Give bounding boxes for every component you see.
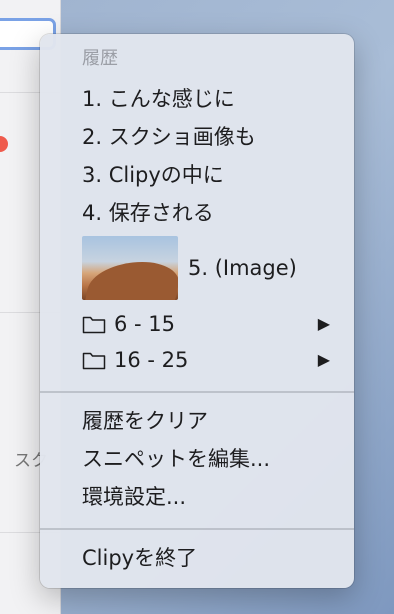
history-item-image[interactable]: 5. (Image) bbox=[82, 235, 330, 301]
submenu-arrow-icon: ▶ bbox=[317, 350, 330, 369]
menu-separator bbox=[40, 391, 354, 393]
quit-clipy-item[interactable]: Clipyを終了 bbox=[82, 541, 330, 575]
edit-snippets-item[interactable]: スニペットを編集... bbox=[82, 442, 330, 476]
folder-icon bbox=[82, 350, 106, 370]
history-item-3[interactable]: 3. Clipyの中に bbox=[82, 158, 330, 192]
clipy-menu: 履歴 1. こんな感じに 2. スクショ画像も 3. Clipyの中に 4. 保… bbox=[40, 34, 354, 588]
history-header: 履歴 bbox=[82, 48, 118, 69]
history-item-4[interactable]: 4. 保存される bbox=[82, 196, 330, 230]
history-item-2[interactable]: 2. スクショ画像も bbox=[82, 120, 330, 154]
history-item-image-label: 5. (Image) bbox=[188, 256, 297, 280]
menu-separator bbox=[40, 528, 354, 530]
image-thumbnail bbox=[82, 236, 178, 300]
preferences-item[interactable]: 環境設定... bbox=[82, 480, 330, 514]
folder-item-6-15[interactable]: 6 - 15 ▶ bbox=[82, 307, 330, 341]
submenu-arrow-icon: ▶ bbox=[317, 314, 330, 333]
folder-item-label: 6 - 15 bbox=[114, 312, 176, 336]
clear-history-item[interactable]: 履歴をクリア bbox=[82, 404, 330, 438]
folder-icon bbox=[82, 314, 106, 334]
folder-item-16-25[interactable]: 16 - 25 ▶ bbox=[82, 343, 330, 377]
background-red-indicator bbox=[0, 136, 8, 152]
history-item-1[interactable]: 1. こんな感じに bbox=[82, 82, 330, 116]
folder-item-label: 16 - 25 bbox=[114, 348, 189, 372]
